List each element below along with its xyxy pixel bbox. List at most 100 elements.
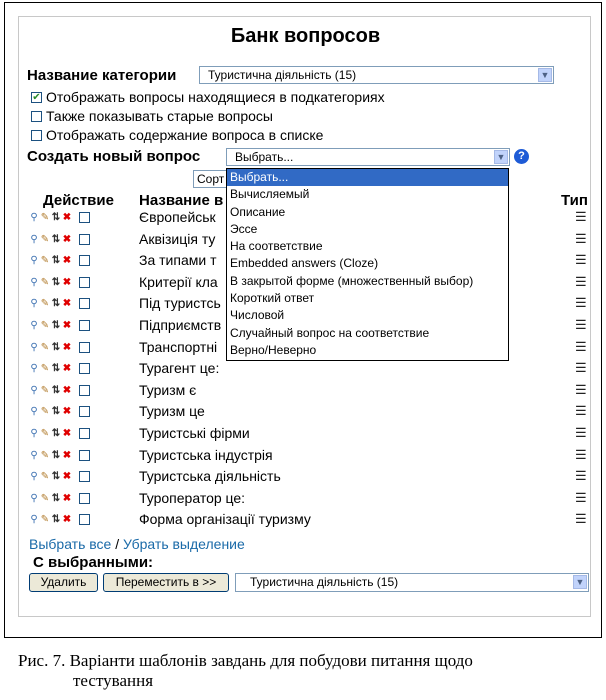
edit-icon[interactable]: ✎ [40,277,50,288]
delete-button[interactable]: Удалить [29,573,98,592]
move-icon[interactable]: ⇅ [51,277,61,288]
edit-icon[interactable]: ✎ [40,493,50,504]
move-icon[interactable]: ⇅ [51,385,61,396]
question-mark-icon[interactable]: ? [514,149,529,164]
deselect-link[interactable]: Убрать выделение [123,536,245,552]
checkbox-old-questions[interactable] [31,110,42,122]
row-checkbox[interactable] [79,363,90,374]
delete-icon[interactable]: ✖ [62,342,72,353]
row-checkbox[interactable] [79,493,90,504]
row-checkbox[interactable] [79,234,90,245]
move-icon[interactable]: ⇅ [51,406,61,417]
chevron-down-icon[interactable]: ▼ [494,150,508,164]
magnifier-icon[interactable]: ⚲ [29,255,39,266]
magnifier-icon[interactable]: ⚲ [29,471,39,482]
edit-icon[interactable]: ✎ [40,471,50,482]
category-select[interactable]: Туристична діяльність (15) ▼ [199,66,554,84]
move-to-button[interactable]: Переместить в >> [103,573,229,592]
row-checkbox[interactable] [79,298,90,309]
magnifier-icon[interactable]: ⚲ [29,428,39,439]
row-checkbox[interactable] [79,320,90,331]
magnifier-icon[interactable]: ⚲ [29,450,39,461]
move-icon[interactable]: ⇅ [51,342,61,353]
edit-icon[interactable]: ✎ [40,298,50,309]
delete-icon[interactable]: ✖ [62,277,72,288]
row-checkbox[interactable] [79,255,90,266]
delete-icon[interactable]: ✖ [62,320,72,331]
move-icon[interactable]: ⇅ [51,363,61,374]
magnifier-icon[interactable]: ⚲ [29,514,39,525]
edit-icon[interactable]: ✎ [40,514,50,525]
dropdown-option[interactable]: Случайный вопрос на соответствие [227,325,508,342]
row-checkbox[interactable] [79,514,90,525]
chevron-down-icon[interactable]: ▼ [538,68,552,82]
move-icon[interactable]: ⇅ [51,428,61,439]
chevron-down-icon[interactable]: ▼ [573,575,587,589]
delete-icon[interactable]: ✖ [62,255,72,266]
move-icon[interactable]: ⇅ [51,471,61,482]
move-icon[interactable]: ⇅ [51,234,61,245]
magnifier-icon[interactable]: ⚲ [29,342,39,353]
edit-icon[interactable]: ✎ [40,212,50,223]
dropdown-option[interactable]: Эссе [227,221,508,238]
dropdown-option[interactable]: Выбрать... [227,169,508,187]
select-all-link[interactable]: Выбрать все [29,536,111,552]
magnifier-icon[interactable]: ⚲ [29,406,39,417]
row-checkbox[interactable] [79,428,90,439]
delete-icon[interactable]: ✖ [62,428,72,439]
create-question-select[interactable]: Выбрать... ▼ [226,148,510,166]
dropdown-option[interactable]: На соответствие [227,238,508,255]
move-icon[interactable]: ⇅ [51,298,61,309]
edit-icon[interactable]: ✎ [40,406,50,417]
magnifier-icon[interactable]: ⚲ [29,363,39,374]
magnifier-icon[interactable]: ⚲ [29,234,39,245]
magnifier-icon[interactable]: ⚲ [29,298,39,309]
dropdown-option[interactable]: Embedded answers (Cloze) [227,255,508,272]
dropdown-option[interactable]: Числовой [227,307,508,324]
edit-icon[interactable]: ✎ [40,428,50,439]
magnifier-icon[interactable]: ⚲ [29,212,39,223]
checkbox-show-content[interactable] [31,129,42,141]
option-show-content[interactable]: Отображать содержание вопроса в списке [31,127,323,143]
checkbox-subcategories[interactable] [31,91,42,103]
move-target-select[interactable]: Туристична діяльність (15) ▼ [235,573,589,592]
move-icon[interactable]: ⇅ [51,514,61,525]
delete-icon[interactable]: ✖ [62,212,72,223]
delete-icon[interactable]: ✖ [62,493,72,504]
move-icon[interactable]: ⇅ [51,493,61,504]
edit-icon[interactable]: ✎ [40,385,50,396]
dropdown-option[interactable]: Описание [227,204,508,221]
row-checkbox[interactable] [79,385,90,396]
delete-icon[interactable]: ✖ [62,450,72,461]
row-checkbox[interactable] [79,342,90,353]
delete-icon[interactable]: ✖ [62,298,72,309]
edit-icon[interactable]: ✎ [40,320,50,331]
move-icon[interactable]: ⇅ [51,450,61,461]
option-old-questions[interactable]: Также показывать старые вопросы [31,108,273,124]
question-type-dropdown[interactable]: Выбрать... Вычисляемый Описание Эссе На соот… [226,168,509,361]
move-icon[interactable]: ⇅ [51,320,61,331]
magnifier-icon[interactable]: ⚲ [29,385,39,396]
magnifier-icon[interactable]: ⚲ [29,277,39,288]
option-subcategories[interactable]: Отображать вопросы находящиеся в подкате… [31,89,385,105]
delete-icon[interactable]: ✖ [62,385,72,396]
dropdown-option[interactable]: Вычисляемый [227,186,508,203]
magnifier-icon[interactable]: ⚲ [29,320,39,331]
move-icon[interactable]: ⇅ [51,212,61,223]
row-checkbox[interactable] [79,406,90,417]
edit-icon[interactable]: ✎ [40,450,50,461]
dropdown-option[interactable]: В закрытой форме (множественный выбор) [227,273,508,290]
delete-icon[interactable]: ✖ [62,234,72,245]
dropdown-option[interactable]: Короткий ответ [227,290,508,307]
edit-icon[interactable]: ✎ [40,255,50,266]
row-checkbox[interactable] [79,450,90,461]
delete-icon[interactable]: ✖ [62,514,72,525]
row-checkbox[interactable] [79,212,90,223]
edit-icon[interactable]: ✎ [40,234,50,245]
edit-icon[interactable]: ✎ [40,363,50,374]
move-icon[interactable]: ⇅ [51,255,61,266]
delete-icon[interactable]: ✖ [62,471,72,482]
magnifier-icon[interactable]: ⚲ [29,493,39,504]
dropdown-option[interactable]: Верно/Неверно [227,342,508,359]
row-checkbox[interactable] [79,277,90,288]
